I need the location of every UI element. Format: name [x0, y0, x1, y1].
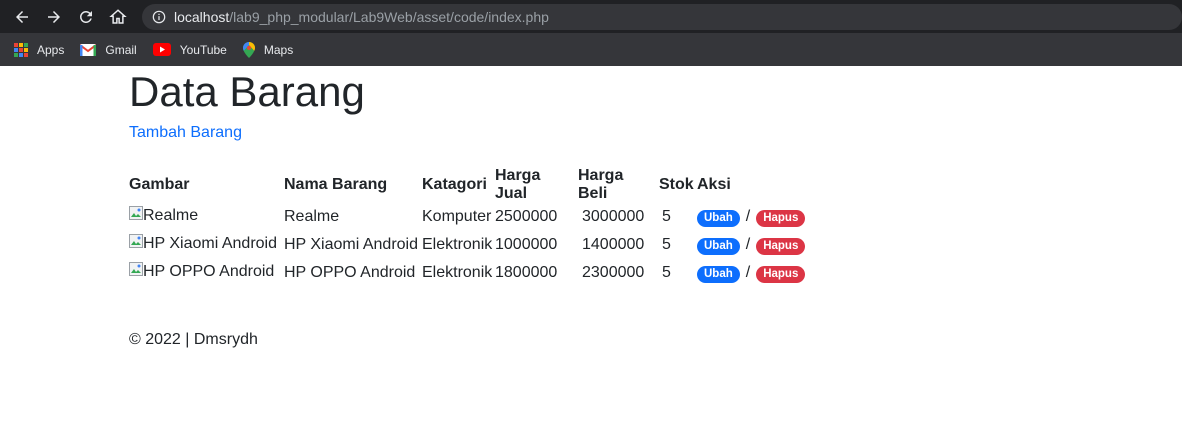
edit-button[interactable]: Ubah — [697, 209, 740, 227]
column-header-kategori: Katagori — [422, 176, 487, 193]
reload-icon — [79, 10, 92, 23]
bookmark-label: Maps — [263, 42, 294, 57]
column-header-harga-beli: Harga Beli — [578, 167, 624, 202]
image-alt-text: HP Xiaomi Android — [143, 234, 277, 252]
column-header-harga-jual: Harga Jual — [495, 167, 541, 202]
maps-icon — [242, 41, 255, 58]
image-alt-text: HP OPPO Android — [143, 262, 275, 280]
broken-image-icon — [129, 205, 143, 220]
page-title: Data Barang — [129, 68, 365, 115]
delete-button[interactable]: Hapus — [756, 237, 806, 255]
product-image: HP OPPO Android — [129, 261, 275, 281]
delete-button[interactable]: Hapus — [756, 265, 806, 283]
bookmark-label: Gmail — [105, 42, 137, 57]
browser-toolbar: localhost/lab9_php_modular/Lab9Web/asset… — [0, 0, 1182, 33]
product-image: Realme — [129, 205, 199, 225]
table-row: Realme Realme Komputer 2500000 3000000 5… — [129, 203, 806, 231]
buy-price-cell: 3000000 — [582, 208, 645, 225]
category-cell: Komputer — [422, 208, 492, 225]
image-alt-text: Realme — [143, 206, 199, 224]
delete-button[interactable]: Hapus — [756, 209, 806, 227]
edit-button[interactable]: Ubah — [697, 265, 740, 283]
bookmarks-bar: Apps Gmail YouTube Maps — [0, 33, 1182, 66]
address-bar[interactable]: localhost/lab9_php_modular/Lab9Web/asset… — [142, 3, 1182, 30]
broken-image-icon — [129, 261, 143, 276]
sell-price-cell: 1000000 — [495, 236, 558, 253]
bookmark-youtube[interactable]: YouTube — [152, 42, 227, 57]
category-cell: Elektronik — [422, 236, 493, 253]
add-item-link[interactable]: Tambah Barang — [129, 124, 242, 142]
buy-price-cell: 2300000 — [582, 264, 645, 281]
name-cell: Realme — [284, 208, 340, 225]
column-header-stok: Stok — [659, 176, 694, 193]
action-separator: / — [745, 235, 751, 253]
broken-image-icon — [129, 233, 143, 248]
bookmark-label: YouTube — [179, 42, 227, 57]
url-path: /lab9_php_modular/Lab9Web/asset/code/ind… — [229, 8, 549, 25]
image-cell: Realme — [129, 203, 284, 231]
action-separator: / — [745, 263, 751, 281]
back-button[interactable] — [6, 0, 38, 33]
action-cell: Ubah / Hapus — [697, 259, 806, 287]
edit-button[interactable]: Ubah — [697, 237, 740, 255]
home-button[interactable] — [102, 0, 134, 33]
action-cell: Ubah / Hapus — [697, 231, 806, 259]
name-cell: HP OPPO Android — [284, 264, 416, 281]
bookmark-maps[interactable]: Maps — [242, 41, 294, 58]
reload-button[interactable] — [70, 0, 102, 33]
bookmark-gmail[interactable]: Gmail — [80, 42, 137, 57]
column-header-nama: Nama Barang — [284, 176, 388, 193]
apps-icon — [14, 42, 28, 57]
column-header-gambar: Gambar — [129, 176, 190, 193]
home-icon — [109, 8, 127, 24]
sell-price-cell: 2500000 — [495, 208, 558, 225]
image-cell: HP OPPO Android — [129, 259, 284, 287]
bookmark-label: Apps — [37, 42, 65, 57]
buy-price-cell: 1400000 — [582, 236, 645, 253]
page-footer: © 2022 | Dmsrydh — [129, 331, 258, 348]
back-arrow-icon — [16, 10, 28, 23]
stock-cell: 5 — [662, 264, 671, 281]
youtube-icon — [152, 43, 171, 56]
forward-button[interactable] — [38, 0, 70, 33]
page-container: Data Barang Tambah Barang Gambar Nama Ba… — [129, 66, 806, 287]
forward-arrow-icon — [48, 10, 60, 23]
column-header-aksi: Aksi — [697, 176, 731, 193]
table-row: HP Xiaomi Android HP Xiaomi Android Elek… — [129, 231, 806, 259]
product-image: HP Xiaomi Android — [129, 233, 277, 253]
name-cell: HP Xiaomi Android — [284, 236, 418, 253]
sell-price-cell: 1800000 — [495, 264, 558, 281]
info-icon[interactable] — [152, 10, 166, 24]
gmail-icon — [80, 43, 97, 56]
table-header-row: Gambar Nama Barang Katagori Harga Jual H… — [129, 167, 805, 203]
image-cell: HP Xiaomi Android — [129, 231, 284, 259]
category-cell: Elektronik — [422, 264, 493, 281]
stock-cell: 5 — [662, 236, 671, 253]
url-host: localhost — [174, 8, 230, 25]
items-table: Gambar Nama Barang Katagori Harga Jual H… — [129, 167, 806, 287]
table-row: HP OPPO Android HP OPPO Android Elektron… — [129, 259, 806, 287]
bookmark-apps[interactable]: Apps — [14, 42, 65, 57]
stock-cell: 5 — [662, 208, 671, 225]
action-separator: / — [745, 207, 751, 225]
action-cell: Ubah / Hapus — [697, 203, 806, 231]
